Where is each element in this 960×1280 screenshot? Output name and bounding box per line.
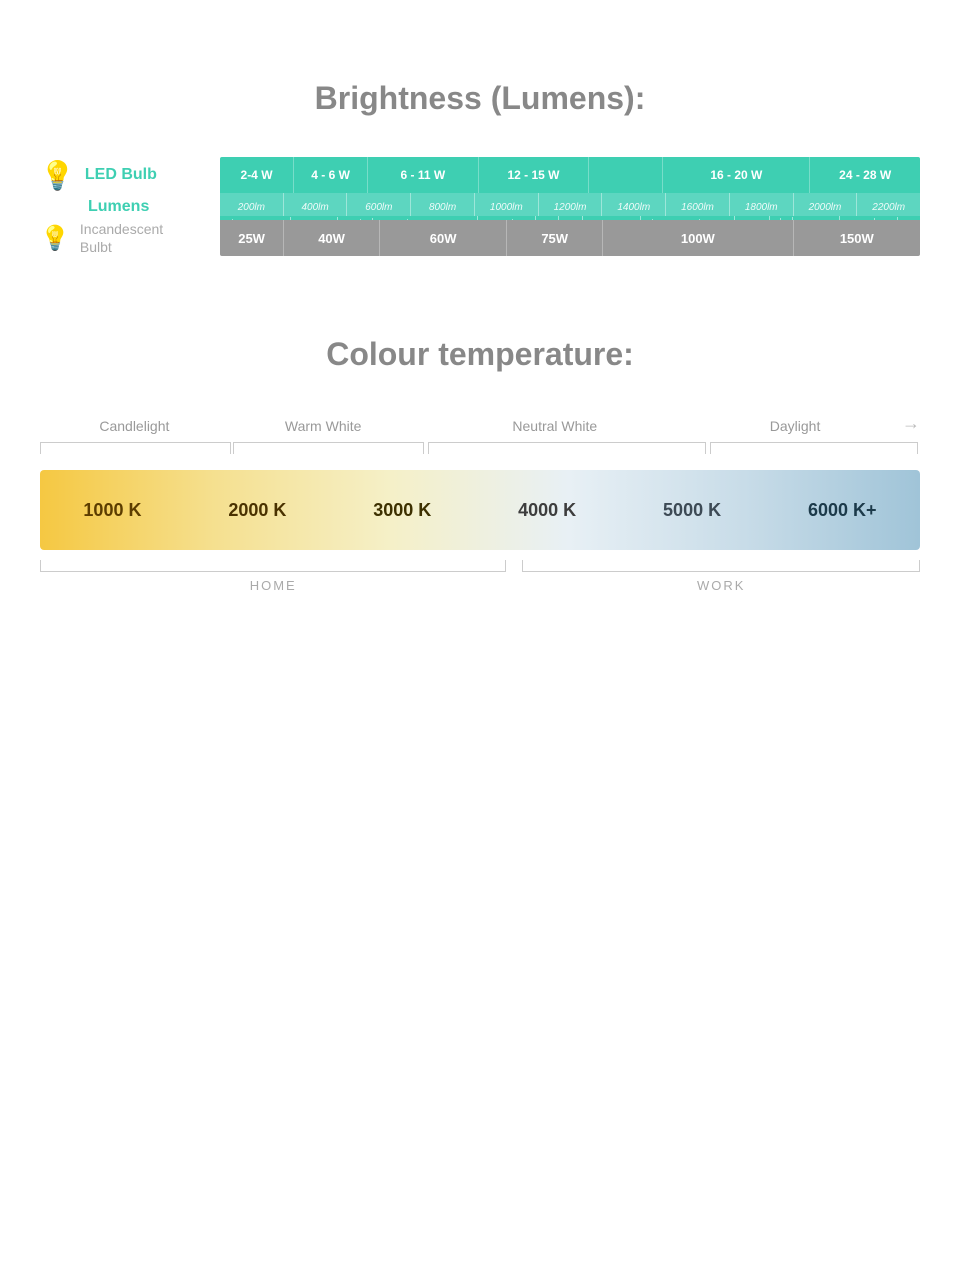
colour-category-label: Daylight (692, 418, 898, 434)
colour-category-label: Candlelight (40, 418, 229, 434)
incandescent-label-text: IncandescentBulbt (80, 220, 163, 256)
brightness-section: Brightness (Lumens): 💡 LED Bulb 2-4 W4 -… (40, 80, 920, 256)
kelvin-label: 3000 K (373, 500, 431, 521)
colour-bracket-row (40, 442, 920, 454)
kelvin-label: 5000 K (663, 500, 721, 521)
colour-labels-container: CandlelightWarm WhiteNeutral WhiteDaylig… (40, 413, 920, 438)
incandescent-row: 💡 IncandescentBulbt 25W40W60W75W100W150W (40, 220, 920, 256)
lumens-row: Lumens 200lm400lm600lm800lm1000lm1200lm1… (40, 193, 920, 220)
brightness-title: Brightness (Lumens): (40, 80, 920, 117)
colour-section: Colour temperature: CandlelightWarm Whit… (40, 336, 920, 593)
led-label-text: LED Bulb (85, 166, 157, 184)
incandescent-row-label: 💡 IncandescentBulbt (40, 220, 220, 256)
colour-category-label: Warm White (229, 418, 418, 434)
colour-bracket (710, 442, 918, 454)
kelvin-label: 2000 K (228, 500, 286, 521)
colour-bracket (40, 442, 231, 454)
gradient-bar-wrapper: 1000 K 2000 K 3000 K 4000 K 5000 K 6000 K+ (40, 470, 920, 550)
incandescent-bar-container: 25W40W60W75W100W150W (220, 220, 920, 256)
lumens-row-label: Lumens (40, 198, 220, 216)
kelvin-label: 6000 K+ (808, 500, 877, 521)
led-row: 💡 LED Bulb 2-4 W4 - 6 W6 - 11 W12 - 15 W… (40, 157, 920, 193)
led-row-label: 💡 LED Bulb (40, 159, 220, 192)
kelvin-label: 4000 K (518, 500, 576, 521)
incandescent-bar: 25W40W60W75W100W150W (220, 220, 920, 256)
work-bracket-group: WORK (522, 560, 920, 593)
colour-title: Colour temperature: (40, 336, 920, 373)
colour-category-label: Neutral White (418, 418, 693, 434)
brightness-chart: 💡 LED Bulb 2-4 W4 - 6 W6 - 11 W12 - 15 W… (40, 157, 920, 256)
colour-bracket (233, 442, 424, 454)
kelvin-label: 1000 K (83, 500, 141, 521)
work-label: WORK (522, 578, 920, 593)
led-bar-container: 2-4 W4 - 6 W6 - 11 W12 - 15 W16 - 20 W24… (220, 157, 920, 193)
home-label: HOME (40, 578, 506, 593)
lumens-bar-container: 200lm400lm600lm800lm1000lm1200lm1400lm16… (220, 193, 920, 220)
home-work-container: HOME WORK (40, 560, 920, 593)
home-bracket-group: HOME (40, 560, 506, 593)
lumens-label-text: Lumens (88, 198, 149, 216)
led-top-bar: 2-4 W4 - 6 W6 - 11 W12 - 15 W16 - 20 W24… (220, 157, 920, 193)
incandescent-bulb-icon: 💡 (40, 224, 70, 253)
colour-bracket (428, 442, 705, 454)
led-bulb-icon: 💡 (40, 159, 75, 192)
